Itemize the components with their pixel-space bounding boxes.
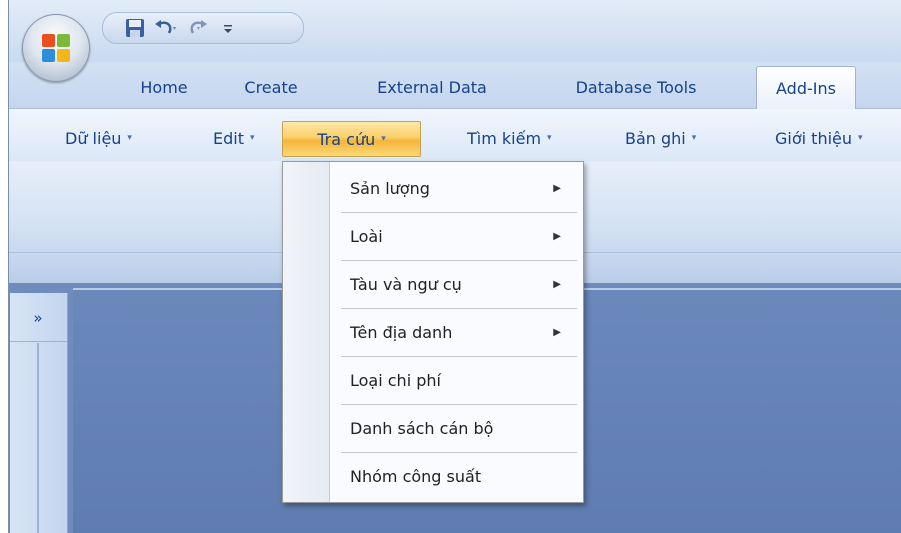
dropdown-arrow-icon: ▾ — [249, 133, 255, 143]
nav-pane-bar[interactable] — [37, 343, 39, 533]
tab-create[interactable]: Create — [236, 70, 306, 104]
tab-label: External Data — [377, 77, 487, 97]
chevron-double-right-icon: » — [33, 309, 43, 327]
dropdown-arrow-icon: ▾ — [691, 133, 697, 143]
tab-label: Database Tools — [575, 77, 697, 97]
tab-home[interactable]: Home — [126, 70, 202, 104]
menu-label: Giới thiệu — [775, 128, 853, 148]
tab-label: Create — [244, 77, 298, 97]
menu-item-nhom-cong-suat[interactable]: Nhóm công suất — [330, 453, 583, 499]
menu-item-tau-va-ngu-cu[interactable]: Tàu và ngư cụ ▶ — [330, 261, 583, 307]
submenu-arrow-icon: ▶ — [553, 230, 561, 242]
menu-item-loai[interactable]: Loài ▶ — [330, 213, 583, 259]
access-window: Home Create External Data Database Tools… — [8, 0, 901, 533]
menu-item-label: Loài — [350, 226, 383, 246]
menu-item-label: Tàu và ngư cụ — [350, 274, 462, 294]
menu-item-label: Danh sách cán bộ — [350, 418, 494, 438]
menu-tra-cuu-button[interactable]: Tra cứu ▾ — [282, 121, 421, 157]
navigation-pane: » — [10, 293, 68, 533]
office-logo-icon — [42, 34, 70, 62]
menu-item-san-luong[interactable]: Sản lượng ▶ — [330, 165, 583, 211]
menu-item-danh-sach-can-bo[interactable]: Danh sách cán bộ — [330, 405, 583, 451]
menu-label: Bản ghi — [625, 128, 686, 148]
submenu-arrow-icon: ▶ — [553, 278, 561, 290]
menu-item-label: Loại chi phí — [350, 370, 441, 390]
menu-ban-ghi-button[interactable]: Bản ghi ▾ — [625, 121, 696, 155]
menu-item-loai-chi-phi[interactable]: Loại chi phí — [330, 357, 583, 403]
dropdown-arrow-icon: ▾ — [127, 133, 132, 143]
submenu-arrow-icon: ▶ — [553, 182, 561, 194]
menu-gioi-thieu-button[interactable]: Giới thiệu ▾ — [775, 121, 863, 155]
menu-edit-button[interactable]: Edit ▾ — [213, 121, 255, 155]
menu-tim-kiem-button[interactable]: Tìm kiếm ▾ — [467, 121, 552, 155]
menu-item-label: Sản lượng — [350, 178, 430, 198]
undo-icon[interactable] — [153, 18, 177, 38]
office-button[interactable] — [22, 14, 90, 82]
ribbon-command-band — [9, 108, 901, 162]
menu-label: Tra cứu — [317, 129, 376, 149]
menu-item-ten-dia-danh[interactable]: Tên địa danh ▶ — [330, 309, 583, 355]
divider — [10, 341, 67, 342]
menu-du-lieu-button[interactable]: Dữ liệu ▾ — [65, 121, 132, 155]
submenu-arrow-icon: ▶ — [553, 326, 561, 338]
dropdown-arrow-icon: ▾ — [858, 133, 863, 143]
customize-toolbar-icon[interactable] — [222, 18, 234, 38]
tab-label: Home — [140, 77, 188, 97]
dropdown-arrow-icon: ▾ — [381, 134, 386, 144]
menu-label: Tìm kiếm — [467, 128, 542, 148]
menu-icon-gutter — [283, 162, 330, 502]
dropdown-arrow-icon: ▾ — [547, 133, 552, 143]
redo-icon[interactable] — [185, 18, 209, 38]
save-icon[interactable] — [125, 18, 145, 38]
tab-external-data[interactable]: External Data — [367, 70, 497, 104]
expand-nav-pane-button[interactable]: » — [18, 303, 58, 333]
menu-label: Edit — [213, 128, 244, 148]
tra-cuu-dropdown-menu: Sản lượng ▶ Loài ▶ Tàu và ngư cụ ▶ Tên đ… — [282, 161, 584, 503]
menu-item-label: Tên địa danh — [350, 322, 453, 342]
quick-access-toolbar — [102, 12, 304, 44]
tab-database-tools[interactable]: Database Tools — [561, 70, 711, 104]
tab-label: Add-Ins — [776, 78, 836, 98]
menu-item-label: Nhóm công suất — [350, 466, 482, 486]
tab-add-ins[interactable]: Add-Ins — [756, 66, 856, 109]
menu-label: Dữ liệu — [65, 128, 122, 148]
